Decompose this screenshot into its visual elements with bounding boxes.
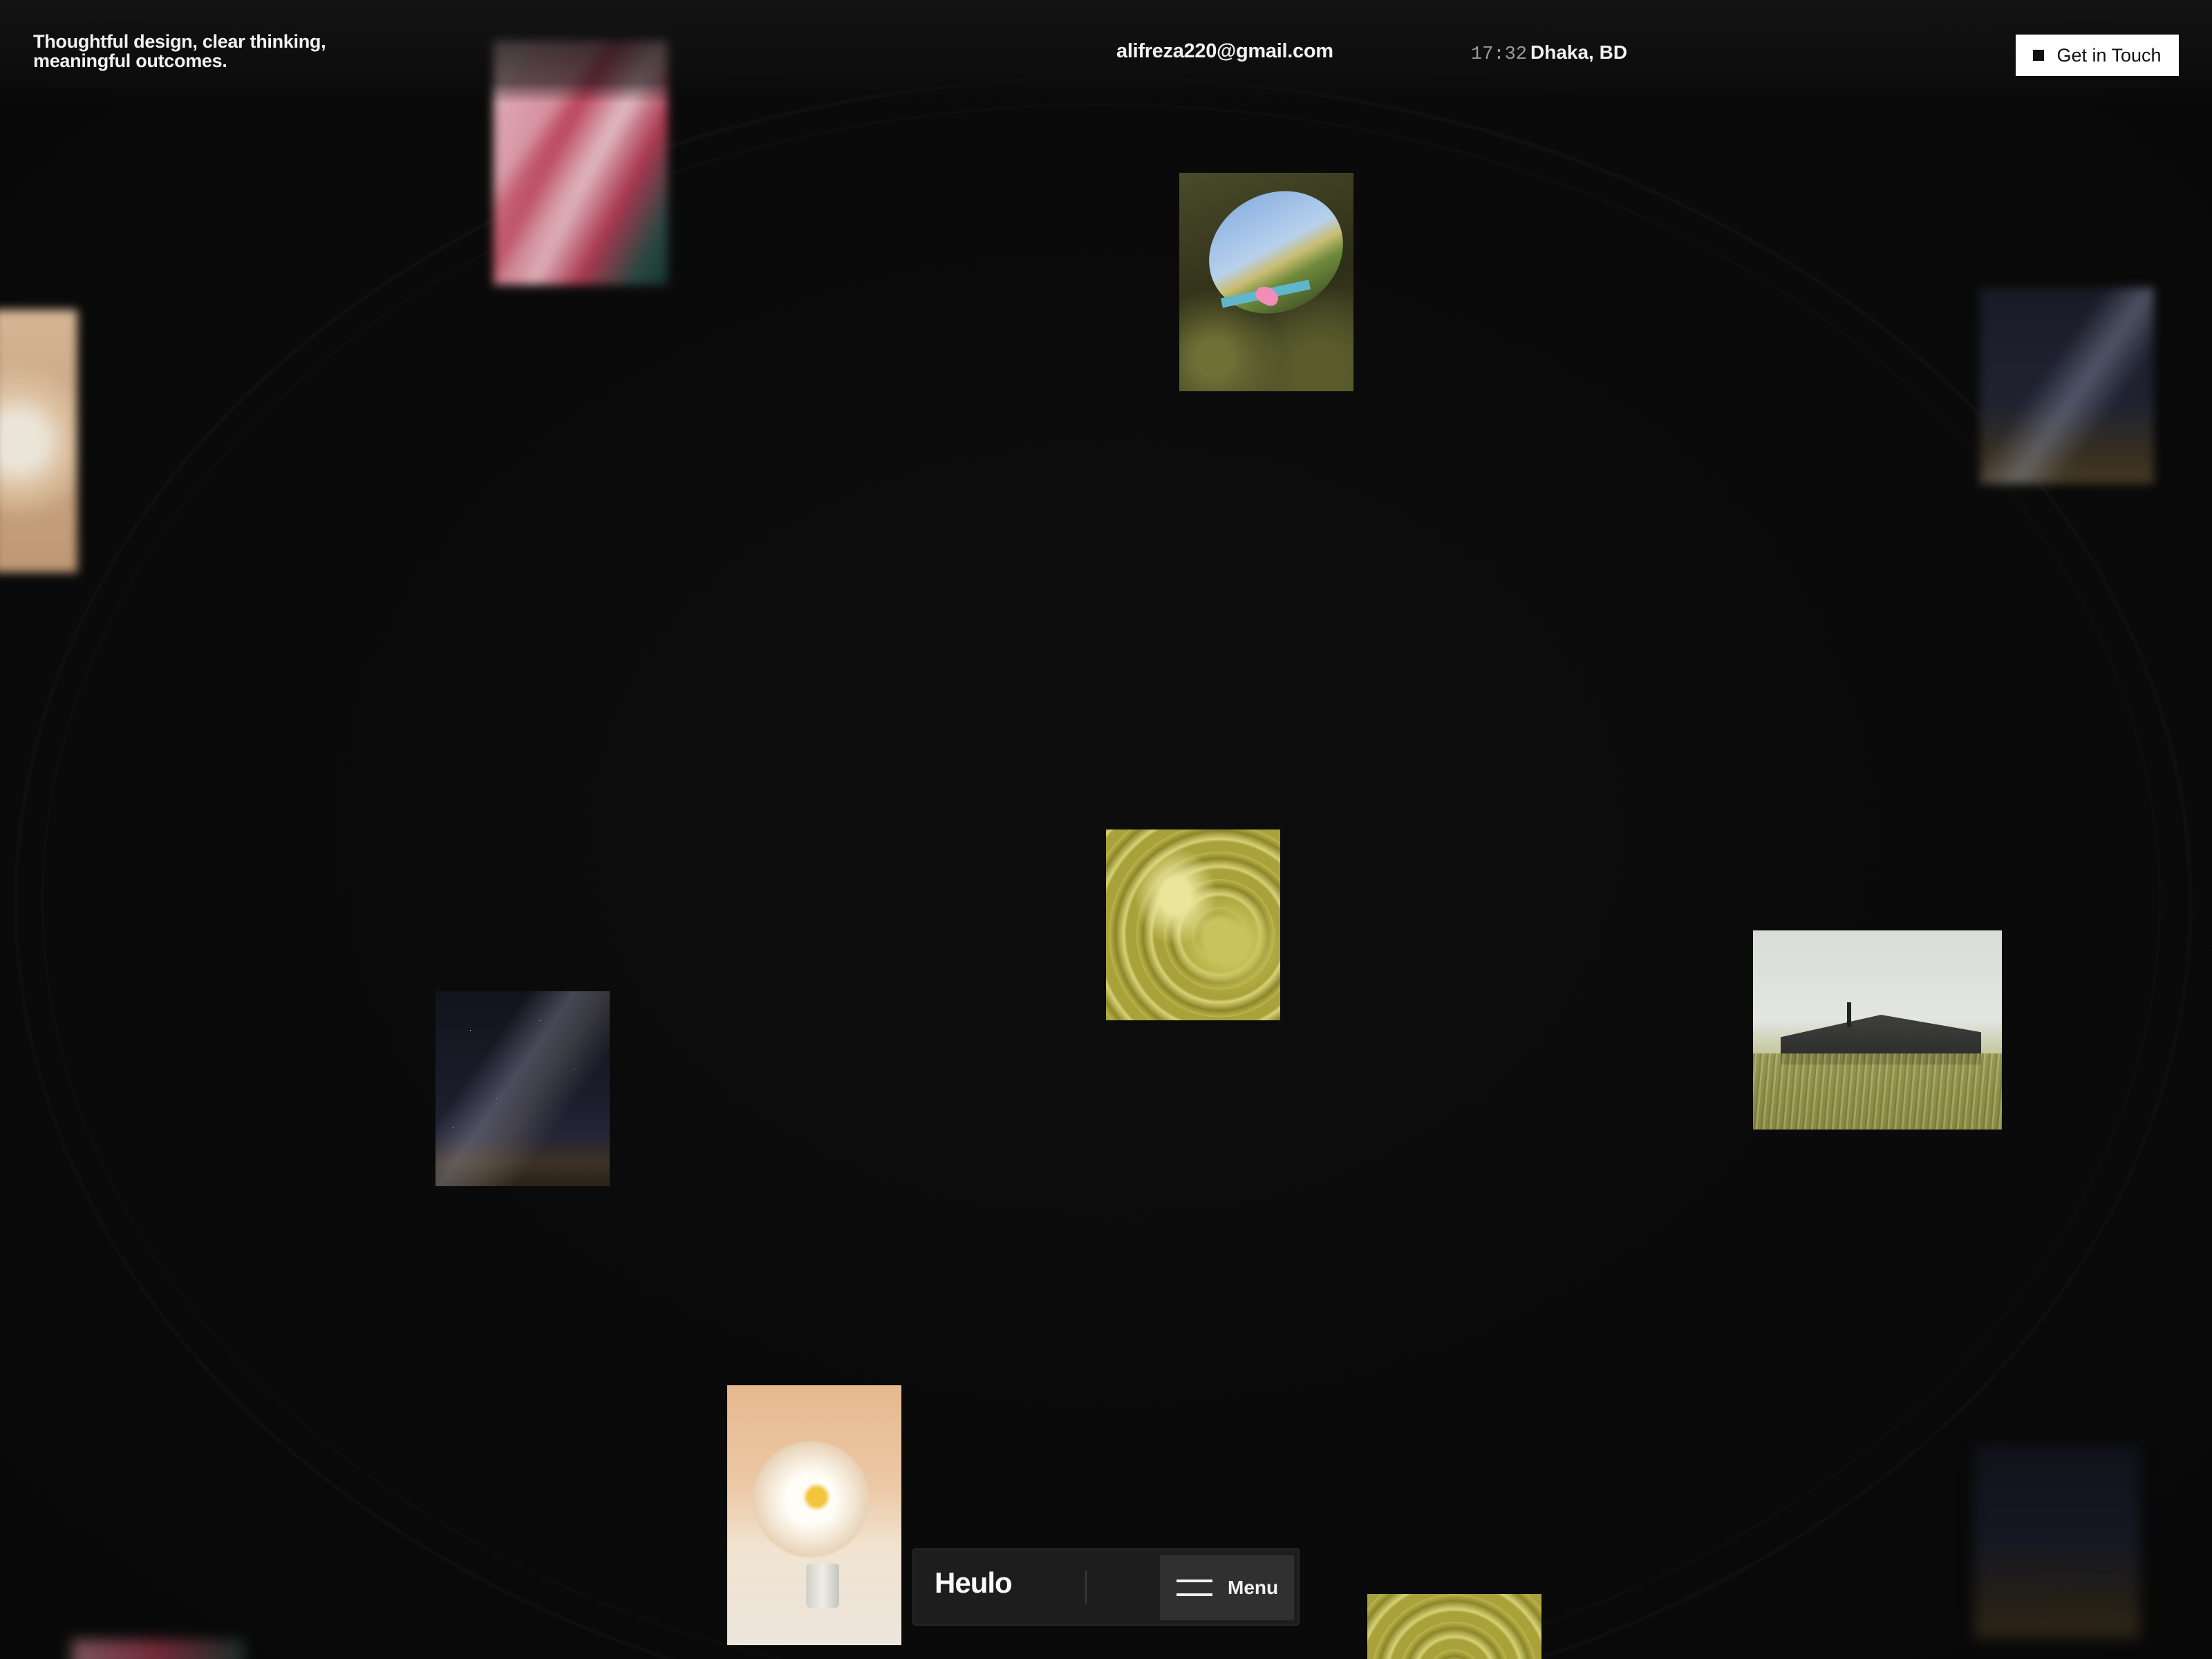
house-grass xyxy=(1753,1053,2002,1130)
gallery-tile-blur-bottom-left[interactable] xyxy=(72,1640,245,1659)
tagline-line-2: meaningful outcomes. xyxy=(33,50,227,71)
menu-button[interactable]: Menu xyxy=(1160,1555,1294,1620)
hamburger-icon xyxy=(1177,1577,1212,1598)
tagline-line-1: Thoughtful design, clear thinking, xyxy=(33,31,326,52)
local-time: 17:32 xyxy=(1471,44,1528,65)
gallery-tile-pesto-swirl-bottom[interactable] xyxy=(1367,1594,1541,1659)
top-bar: Thoughtful design, clear thinking, meani… xyxy=(0,0,2212,104)
bottom-dock: Heulo Menu xyxy=(912,1548,1300,1626)
get-in-touch-label: Get in Touch xyxy=(2056,44,2162,66)
gallery-tile-milky-way[interactable] xyxy=(435,991,610,1186)
background-ring xyxy=(14,76,2193,1659)
page-stage: Thoughtful design, clear thinking, meani… xyxy=(0,0,2212,1659)
peony-vase xyxy=(806,1564,839,1608)
square-icon xyxy=(2033,50,2045,61)
house-chimney xyxy=(1847,1002,1851,1027)
gallery-tile-night-sky-right[interactable] xyxy=(1980,288,2154,484)
peony-bloom xyxy=(752,1441,870,1558)
gallery-tile-house[interactable] xyxy=(1753,930,2002,1130)
email-link[interactable]: alifreza220@gmail.com xyxy=(1116,40,1333,63)
background-ring-inner xyxy=(41,104,2161,1659)
gallery-tile-blur-bottom-right[interactable] xyxy=(1974,1445,2140,1638)
location-label: Dhaka, BD xyxy=(1530,41,1628,63)
gallery-tile-peony-left[interactable] xyxy=(0,310,77,572)
get-in-touch-button[interactable]: Get in Touch xyxy=(2016,35,2179,76)
gallery-tile-pesto-swirl[interactable] xyxy=(1106,830,1280,1020)
gallery-tile-white-peony[interactable] xyxy=(727,1385,901,1645)
tagline: Thoughtful design, clear thinking, meani… xyxy=(33,32,393,71)
brand-logo[interactable]: Heulo xyxy=(935,1566,1013,1600)
gallery-tile-cave-opening[interactable] xyxy=(1179,173,1353,391)
dock-divider xyxy=(1085,1571,1087,1604)
menu-label: Menu xyxy=(1228,1577,1279,1598)
